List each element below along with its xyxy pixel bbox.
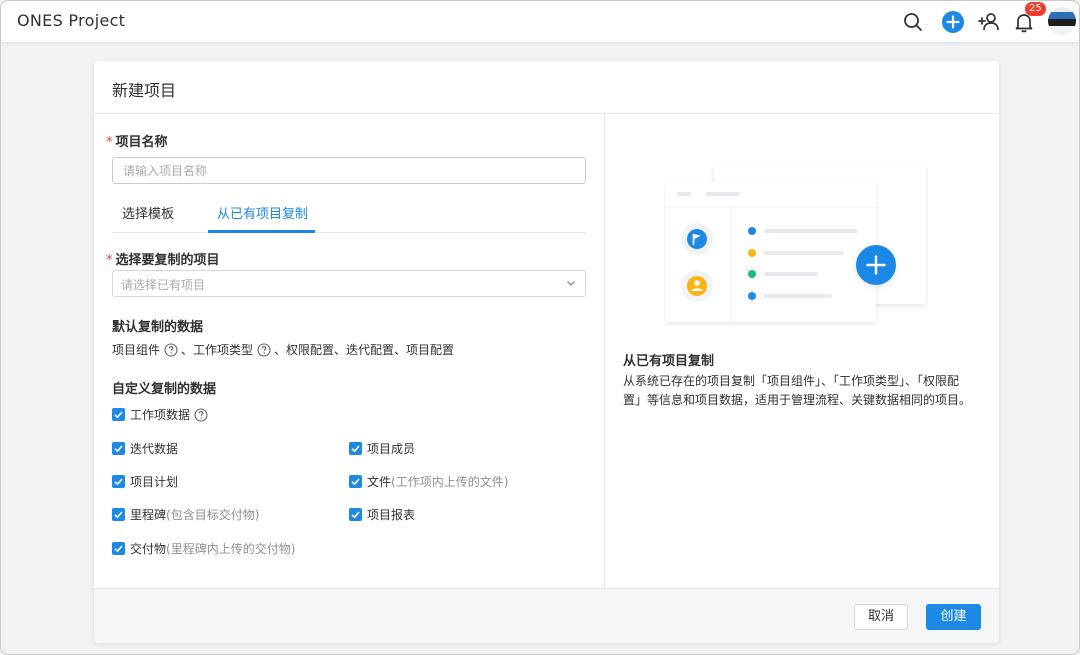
copy-project-placeholder: 请选择已有项目 <box>121 278 206 292</box>
checkbox-files[interactable]: 文件 (工作项内上传的文件) <box>349 473 508 490</box>
avatar[interactable] <box>1048 7 1076 35</box>
checkbox-label: 里程碑 <box>130 508 167 522</box>
checkbox-label: 项目计划 <box>130 475 179 489</box>
check-icon <box>351 511 360 519</box>
top-bar: ONES Project 25 <box>1 1 1079 43</box>
check-icon <box>114 478 123 486</box>
help-icon[interactable] <box>194 407 208 422</box>
checkbox-note: (里程碑内上传的交付物) <box>166 542 296 556</box>
dialog-header: 新建项目 <box>94 61 999 114</box>
checkbox-checked[interactable] <box>349 475 362 488</box>
create-button[interactable]: 创建 <box>926 604 981 630</box>
check-icon <box>114 411 123 419</box>
checkbox-checked[interactable] <box>349 508 362 521</box>
default-item-components: 项目组件 <box>112 343 161 357</box>
project-name-input[interactable] <box>113 158 585 183</box>
checkbox-label: 交付物 <box>130 542 167 556</box>
checkbox-checked[interactable] <box>112 442 125 455</box>
checkbox-checked[interactable] <box>112 508 125 521</box>
dialog-footer: 取消 创建 <box>94 588 999 643</box>
tab-copy-from-project[interactable]: 从已有项目复制 <box>217 203 308 222</box>
project-name-field[interactable] <box>112 157 586 184</box>
checkbox-checked[interactable] <box>112 475 125 488</box>
checkbox-checked[interactable] <box>349 442 362 455</box>
copy-project-illustration <box>665 164 926 322</box>
default-data-title: 默认复制的数据 <box>112 320 204 335</box>
project-name-label-text: 项目名称 <box>115 135 168 150</box>
checkbox-plans[interactable]: 项目计划 <box>112 473 178 490</box>
copy-info-title: 从已有项目复制 <box>623 354 715 369</box>
tab-select-template[interactable]: 选择模板 <box>122 203 174 222</box>
help-icon[interactable] <box>164 342 178 357</box>
plus-circle-icon[interactable] <box>941 10 965 34</box>
checkbox-reports[interactable]: 项目报表 <box>349 506 415 523</box>
checkbox-label: 工作项数据 <box>130 408 191 422</box>
app-title: ONES Project <box>17 11 126 30</box>
checkbox-label: 项目成员 <box>367 442 416 456</box>
default-item-configs: 、权限配置、迭代配置、项目配置 <box>274 343 455 357</box>
search-icon[interactable] <box>901 10 925 34</box>
checkbox-work-items[interactable]: 工作项数据 <box>112 406 211 423</box>
checkbox-label: 迭代数据 <box>130 442 179 456</box>
checkbox-members[interactable]: 项目成员 <box>349 440 415 457</box>
required-mark: * <box>106 253 113 268</box>
copy-info-description: 从系统已存在的项目复制「项目组件」、「工作项类型」、「权限配置」等信息和项目数据… <box>623 374 972 407</box>
add-user-icon[interactable] <box>977 10 1001 34</box>
required-mark: * <box>106 135 113 150</box>
checkbox-checked[interactable] <box>112 408 125 421</box>
check-icon <box>114 511 123 519</box>
checkbox-checked[interactable] <box>112 542 125 555</box>
check-icon <box>351 478 360 486</box>
help-icon[interactable] <box>257 342 271 357</box>
chevron-down-icon <box>567 281 575 286</box>
copy-project-label: * 选择要复制的项目 <box>106 249 220 268</box>
default-data-list: 项目组件 、工作项类型 、权限配置、迭代配置、项目配置 <box>112 341 454 358</box>
copy-project-label-text: 选择要复制的项目 <box>115 253 220 268</box>
check-icon <box>114 445 123 453</box>
checkbox-deliverables[interactable]: 交付物 (里程碑内上传的交付物) <box>112 540 295 557</box>
check-icon <box>114 545 123 553</box>
new-project-dialog: 新建项目 *项目名称 选择模板 从已有项目复制 *选择要复制的项目 请选择已有项… <box>94 61 999 643</box>
checkbox-note: (工作项内上传的文件) <box>391 475 509 489</box>
panel-divider <box>604 114 605 588</box>
dialog-title: 新建项目 <box>112 81 177 100</box>
project-name-label: * 项目名称 <box>106 131 168 150</box>
create-mode-tabs: 选择模板 从已有项目复制 <box>112 197 586 233</box>
checkbox-milestones[interactable]: 里程碑 (包含目标交付物) <box>112 506 259 523</box>
notification-badge: 25 <box>1025 2 1046 16</box>
default-item-work-item-types: 、工作项类型 <box>181 343 254 357</box>
active-tab-indicator <box>208 230 315 233</box>
copy-project-select[interactable]: 请选择已有项目 <box>112 270 586 297</box>
checkbox-label: 项目报表 <box>367 508 416 522</box>
checkbox-label: 文件 <box>367 475 392 489</box>
checkbox-note: (包含目标交付物) <box>166 508 260 522</box>
custom-data-title: 自定义复制的数据 <box>112 382 217 397</box>
cancel-button[interactable]: 取消 <box>854 604 908 630</box>
checkbox-iterations[interactable]: 迭代数据 <box>112 440 178 457</box>
check-icon <box>351 445 360 453</box>
